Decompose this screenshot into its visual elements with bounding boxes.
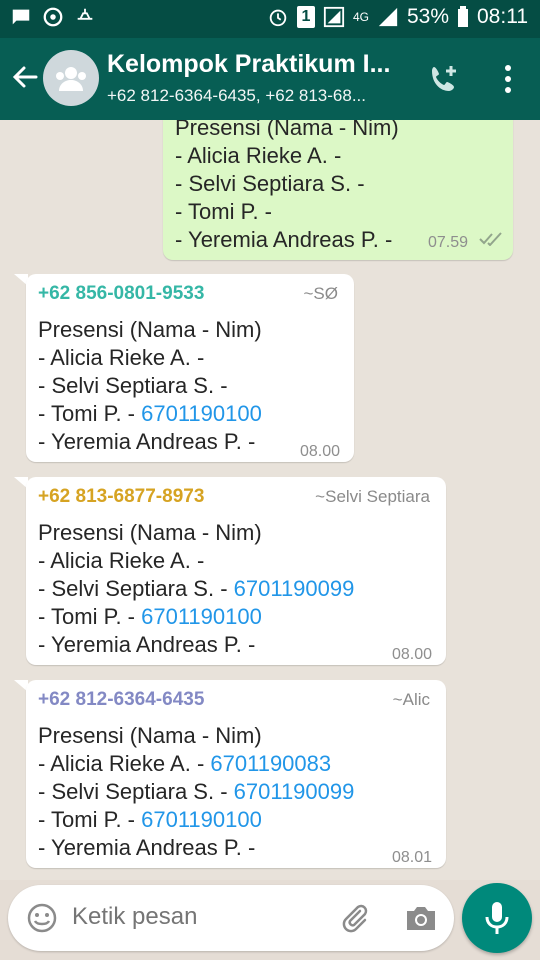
message-time: 08.01 bbox=[392, 849, 433, 866]
message-line: - Alicia Rieke A. - bbox=[175, 143, 342, 168]
chat-notification-icon bbox=[12, 9, 30, 25]
sender-phone[interactable]: +62 813-6877-8973 bbox=[38, 483, 204, 511]
battery-icon bbox=[458, 6, 468, 27]
group-avatar[interactable] bbox=[43, 50, 99, 106]
message-line: - Alicia Rieke A. - 6701190083 bbox=[38, 751, 332, 776]
message-line: - Tomi P. - bbox=[175, 199, 272, 224]
attach-icon[interactable] bbox=[339, 902, 371, 934]
message-line: - Tomi P. - 6701190100 bbox=[38, 401, 262, 426]
incoming-message[interactable]: +62 856-0801-9533 ~SØ Presensi (Nama - N… bbox=[26, 274, 354, 462]
sender-alias: ~SØ bbox=[303, 284, 339, 303]
battery-percent: 53% bbox=[406, 5, 449, 28]
usb-icon bbox=[77, 8, 93, 20]
incoming-message[interactable]: +62 812-6364-6435 ~Alic Presensi (Nama -… bbox=[26, 680, 446, 868]
message-line: Presensi (Nama - Nim) bbox=[38, 520, 262, 545]
signal-icon bbox=[323, 6, 345, 28]
sender-alias: ~Alic bbox=[392, 690, 430, 709]
mic-button[interactable] bbox=[462, 883, 532, 953]
chat-header: Kelompok Praktikum I... +62 812-6364-643… bbox=[0, 38, 540, 120]
message-line: - Alicia Rieke A. - bbox=[38, 345, 205, 370]
message-time: 07.59 bbox=[428, 234, 469, 251]
message-line: - Yeremia Andreas P. - bbox=[38, 835, 256, 860]
group-avatar-icon bbox=[56, 67, 86, 91]
status-bar: 1 4G 53% 08:11 bbox=[0, 0, 540, 38]
message-line: - Tomi P. - 6701190100 bbox=[38, 807, 262, 832]
mic-icon bbox=[485, 902, 509, 934]
outgoing-message[interactable]: Presensi (Nama - Nim) - Alicia Rieke A. … bbox=[163, 120, 513, 260]
nim-link[interactable]: 6701190100 bbox=[141, 807, 262, 832]
message-line: - Selvi Septiara S. - bbox=[175, 171, 365, 196]
message-line: Presensi (Nama - Nim) bbox=[175, 120, 399, 140]
sender-alias: ~Selvi Septiara bbox=[315, 487, 430, 506]
whatsapp-icon bbox=[43, 7, 63, 27]
message-line: - Tomi P. - 6701190100 bbox=[38, 604, 262, 629]
message-line: - Selvi Septiara S. - 6701190099 bbox=[38, 779, 355, 804]
clock: 08:11 bbox=[477, 5, 528, 28]
message-input-bar bbox=[8, 885, 454, 951]
message-time: 08.00 bbox=[392, 646, 433, 663]
network-type: 4G bbox=[352, 10, 369, 24]
add-call-icon[interactable] bbox=[426, 61, 462, 97]
nim-link[interactable]: 6701190100 bbox=[141, 604, 262, 629]
message-line: Presensi (Nama - Nim) bbox=[38, 723, 262, 748]
message-line: - Yeremia Andreas P. - bbox=[38, 632, 256, 657]
double-check-icon bbox=[479, 232, 502, 246]
message-line: Presensi (Nama - Nim) bbox=[38, 317, 262, 342]
back-arrow-icon[interactable] bbox=[10, 62, 40, 92]
chat-participants[interactable]: +62 812-6364-6435, +62 813-68... bbox=[107, 86, 407, 106]
message-input[interactable] bbox=[72, 902, 322, 932]
chat-area[interactable]: Presensi (Nama - Nim) - Alicia Rieke A. … bbox=[0, 120, 540, 880]
emoji-icon[interactable] bbox=[26, 902, 58, 934]
message-line: - Selvi Septiara S. - bbox=[38, 373, 228, 398]
message-line: - Yeremia Andreas P. - bbox=[38, 429, 256, 454]
message-line: - Selvi Septiara S. - 6701190099 bbox=[38, 576, 355, 601]
more-vert-icon[interactable] bbox=[496, 62, 520, 96]
sender-phone[interactable]: +62 856-0801-9533 bbox=[38, 280, 204, 308]
message-line: - Yeremia Andreas P. - bbox=[175, 227, 393, 252]
signal-strength-icon bbox=[378, 7, 398, 27]
nim-link[interactable]: 6701190083 bbox=[210, 751, 331, 776]
message-line: - Alicia Rieke A. - bbox=[38, 548, 205, 573]
sim-icon: 1 bbox=[296, 6, 315, 28]
nim-link[interactable]: 6701190099 bbox=[234, 779, 355, 804]
incoming-message[interactable]: +62 813-6877-8973 ~Selvi Septiara Presen… bbox=[26, 477, 446, 665]
chat-title[interactable]: Kelompok Praktikum I... bbox=[107, 50, 407, 79]
nim-link[interactable]: 6701190099 bbox=[234, 576, 355, 601]
nim-link[interactable]: 6701190100 bbox=[141, 401, 262, 426]
sender-phone[interactable]: +62 812-6364-6435 bbox=[38, 686, 204, 714]
message-time: 08.00 bbox=[300, 443, 341, 460]
camera-icon[interactable] bbox=[404, 903, 438, 933]
alarm-icon bbox=[269, 9, 287, 27]
